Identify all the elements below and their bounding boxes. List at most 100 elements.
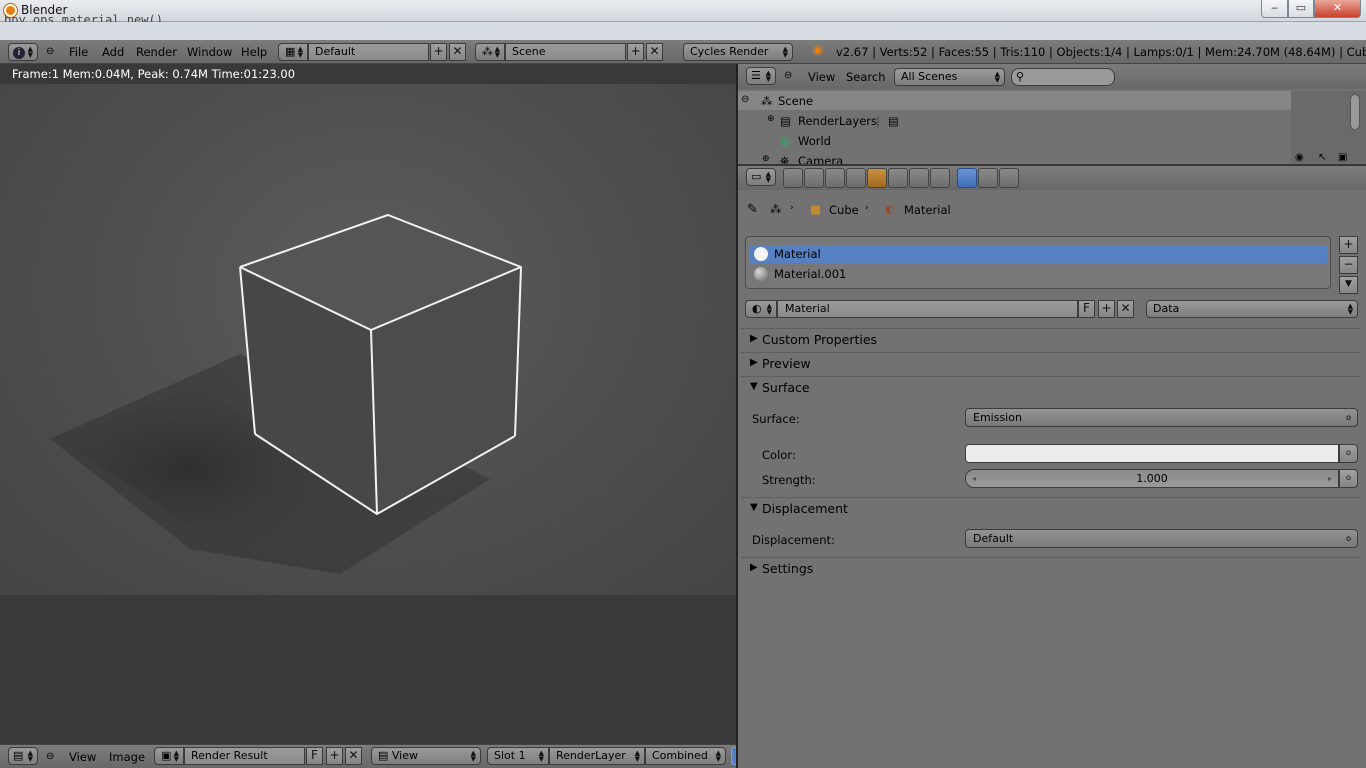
separator-icon: | (876, 114, 880, 128)
menu-window[interactable]: Window (187, 45, 232, 59)
display-mode-dropdown[interactable]: All Scenes ▲ ▼ (894, 68, 1005, 86)
remove-screen-icon[interactable]: ✕ (449, 43, 466, 61)
material-tab-icon[interactable] (957, 168, 977, 188)
collapse-menu-icon[interactable]: ⊖ (784, 70, 792, 81)
render-layer-dropdown[interactable]: RenderLayer ▲ ▼ (549, 747, 645, 765)
render-camera-icon[interactable]: ▣ (1338, 152, 1347, 163)
menu-image[interactable]: Image (109, 750, 145, 764)
image-editor-header: ▤ ▲ ▼ ⊖ View Image ▣ ▲ ▼ Render Result F +… (0, 744, 737, 768)
panel-custom-properties[interactable]: ▶ Custom Properties (741, 328, 1361, 351)
menu-file[interactable]: File (69, 45, 88, 59)
screen-layout-selector[interactable]: ▦ ▲ ▼ (278, 43, 308, 61)
image-name-field[interactable]: Render Result (184, 747, 305, 765)
editor-type-button[interactable]: ▭ ▲ ▼ (746, 168, 776, 186)
tree-item-world[interactable]: ◍ World (738, 131, 1291, 151)
displacement-dropdown[interactable]: Default o (965, 529, 1358, 548)
strength-socket-button[interactable]: o (1339, 469, 1358, 488)
menu-view[interactable]: View (69, 750, 96, 764)
search-icon: ⚲ (1016, 70, 1025, 83)
collapse-menu-icon[interactable]: ⊖ (46, 751, 54, 762)
camera-icon: ⛯ (780, 154, 790, 164)
color-swatch[interactable] (965, 444, 1339, 463)
tree-item-camera[interactable]: ⊕ ⛯ Camera (738, 151, 1291, 164)
material-slot-label: Material (774, 247, 821, 261)
remove-material-slot-icon[interactable]: − (1339, 256, 1358, 274)
new-material-icon[interactable]: + (1098, 300, 1115, 318)
screen-layout-name[interactable]: Default (308, 43, 429, 61)
scene-tab-icon[interactable] (825, 168, 845, 188)
add-material-slot-icon[interactable]: + (1339, 236, 1358, 254)
increment-arrow-icon[interactable]: ▸ (1328, 470, 1332, 487)
render-pass-dropdown[interactable]: Combined ▲ ▼ (645, 747, 726, 765)
unlink-material-icon[interactable]: ✕ (1117, 300, 1134, 318)
search-input[interactable]: ⚲ (1011, 68, 1115, 86)
collapse-menu-icon[interactable]: ⊖ (46, 46, 54, 57)
outliner-scrollbar[interactable] (1350, 94, 1360, 130)
render-tab-icon[interactable] (783, 168, 803, 188)
texture-tab-icon[interactable] (978, 168, 998, 188)
render-result-image (0, 84, 737, 595)
visibility-eye-icon[interactable]: ◉ (1295, 152, 1304, 163)
editor-type-button[interactable]: ▤ ▲ ▼ (8, 747, 38, 765)
renderlayers-tab-icon[interactable] (804, 168, 824, 188)
tree-item-renderlayers[interactable]: ⊕ ▤ RenderLayers | ▤ (738, 111, 1291, 131)
surface-shader-dropdown[interactable]: Emission o (965, 408, 1358, 427)
menu-help[interactable]: Help (241, 45, 267, 59)
new-image-icon[interactable]: + (326, 747, 343, 765)
material-slot-row-selected[interactable]: Material (749, 245, 1327, 263)
updown-arrows-icon: ▲ ▼ (765, 170, 771, 184)
scene-icon: ⁂ (761, 94, 773, 108)
strength-field[interactable]: ◂ 1.000 ▸ (965, 469, 1339, 488)
panel-preview[interactable]: ▶ Preview (741, 352, 1361, 375)
select-arrow-icon[interactable]: ↖ (1318, 152, 1326, 163)
color-socket-button[interactable]: o (1339, 444, 1358, 463)
menu-search[interactable]: Search (846, 70, 886, 84)
material-name-field[interactable]: Material (777, 300, 1078, 318)
object-tab-icon[interactable] (867, 168, 887, 188)
view-mode-dropdown[interactable]: ▤ View ▲ ▼ (371, 747, 481, 765)
minimize-button[interactable]: ‒ (1261, 0, 1288, 18)
remove-scene-icon[interactable]: ✕ (646, 43, 663, 61)
menu-view[interactable]: View (808, 70, 835, 84)
editor-type-button[interactable]: ☰ ▲ ▼ (746, 67, 776, 85)
collapse-icon[interactable]: ⊖ (741, 94, 749, 105)
fake-user-toggle[interactable]: F (306, 747, 323, 765)
pin-icon[interactable]: ✎ (747, 202, 758, 217)
modifiers-tab-icon[interactable] (909, 168, 929, 188)
panel-surface[interactable]: ▼ Surface (741, 376, 1361, 399)
material-preview-icon (754, 247, 768, 261)
add-scene-icon[interactable]: + (627, 43, 644, 61)
tree-item-label: RenderLayers (798, 114, 877, 128)
color-label: Color: (762, 448, 796, 462)
material-link-dropdown[interactable]: Data ▲ ▼ (1146, 300, 1358, 318)
panel-settings[interactable]: ▶ Settings (741, 557, 1361, 580)
world-tab-icon[interactable] (846, 168, 866, 188)
decrement-arrow-icon[interactable]: ◂ (972, 470, 976, 487)
data-tab-icon[interactable] (930, 168, 950, 188)
render-engine-dropdown[interactable]: Cycles Render ▲ ▼ (683, 43, 793, 61)
expand-icon[interactable]: ⊕ (762, 154, 770, 164)
panel-displacement[interactable]: ▼ Displacement (741, 497, 1361, 520)
fake-user-toggle[interactable]: F (1078, 300, 1095, 318)
menu-add[interactable]: Add (102, 45, 124, 59)
collapsed-triangle-icon: ▶ (750, 357, 758, 368)
slot-dropdown[interactable]: Slot 1 ▲ ▼ (487, 747, 549, 765)
material-browse-button[interactable]: ◐ ▲ ▼ (745, 300, 777, 318)
close-button[interactable]: ✕ (1314, 0, 1361, 18)
expand-icon[interactable]: ⊕ (767, 114, 775, 124)
add-screen-icon[interactable]: + (430, 43, 447, 61)
scene-selector[interactable]: ⁂ ▲ ▼ (475, 43, 505, 61)
node-socket-icon: o (1346, 534, 1351, 543)
menu-render[interactable]: Render (136, 45, 177, 59)
editor-type-button[interactable]: i ▲ ▼ (8, 43, 38, 61)
tree-item-scene[interactable]: ⊖ ⁂ Scene (738, 91, 1291, 111)
constraints-tab-icon[interactable] (888, 168, 908, 188)
image-browse-button[interactable]: ▣ ▲ ▼ (154, 747, 184, 765)
maximize-button[interactable]: ▭ (1288, 0, 1314, 18)
particles-tab-icon[interactable] (999, 168, 1019, 188)
unlink-image-icon[interactable]: ✕ (345, 747, 362, 765)
slot-specials-menu-icon[interactable]: ▼ (1339, 276, 1358, 294)
chevron-right-icon: › (790, 203, 794, 213)
scene-name-field[interactable]: Scene (505, 43, 626, 61)
material-slot-row[interactable]: Material.001 (749, 265, 1327, 283)
